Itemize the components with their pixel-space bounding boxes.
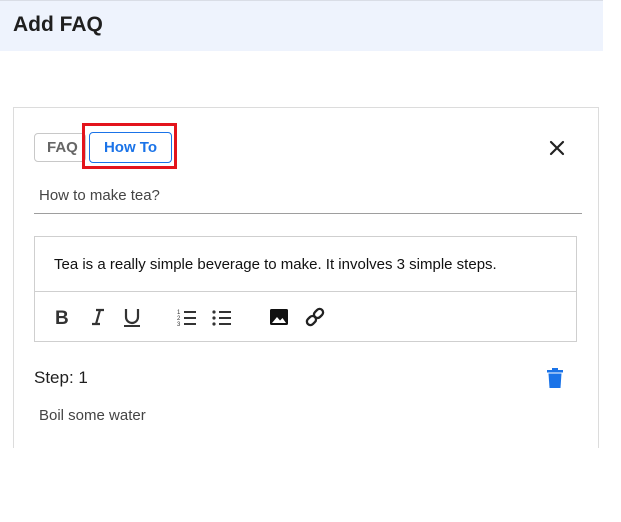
editor-content[interactable]: Tea is a really simple beverage to make.… bbox=[54, 256, 497, 273]
answer-editor[interactable]: Tea is a really simple beverage to make.… bbox=[34, 236, 577, 342]
editor-toolbar: B 123 bbox=[35, 291, 576, 343]
step-label: Step: 1 bbox=[34, 368, 88, 387]
ordered-list-icon[interactable]: 123 bbox=[176, 306, 198, 328]
trash-icon[interactable] bbox=[545, 367, 565, 389]
image-icon[interactable] bbox=[268, 306, 290, 328]
svg-text:B: B bbox=[55, 308, 69, 328]
tab-how-to[interactable]: How To bbox=[89, 132, 172, 163]
bullet-list-icon[interactable] bbox=[211, 306, 233, 328]
tab-faq[interactable]: FAQ bbox=[34, 133, 86, 162]
step-input[interactable] bbox=[34, 402, 434, 428]
close-icon[interactable] bbox=[546, 137, 568, 159]
link-icon[interactable] bbox=[304, 306, 326, 328]
underline-icon[interactable] bbox=[121, 306, 143, 328]
svg-text:3: 3 bbox=[177, 322, 181, 328]
page-header: Add FAQ bbox=[0, 0, 603, 51]
italic-icon[interactable] bbox=[87, 306, 109, 328]
question-input[interactable] bbox=[34, 178, 582, 214]
page-title: Add FAQ bbox=[13, 13, 103, 36]
bold-icon[interactable]: B bbox=[52, 306, 74, 328]
